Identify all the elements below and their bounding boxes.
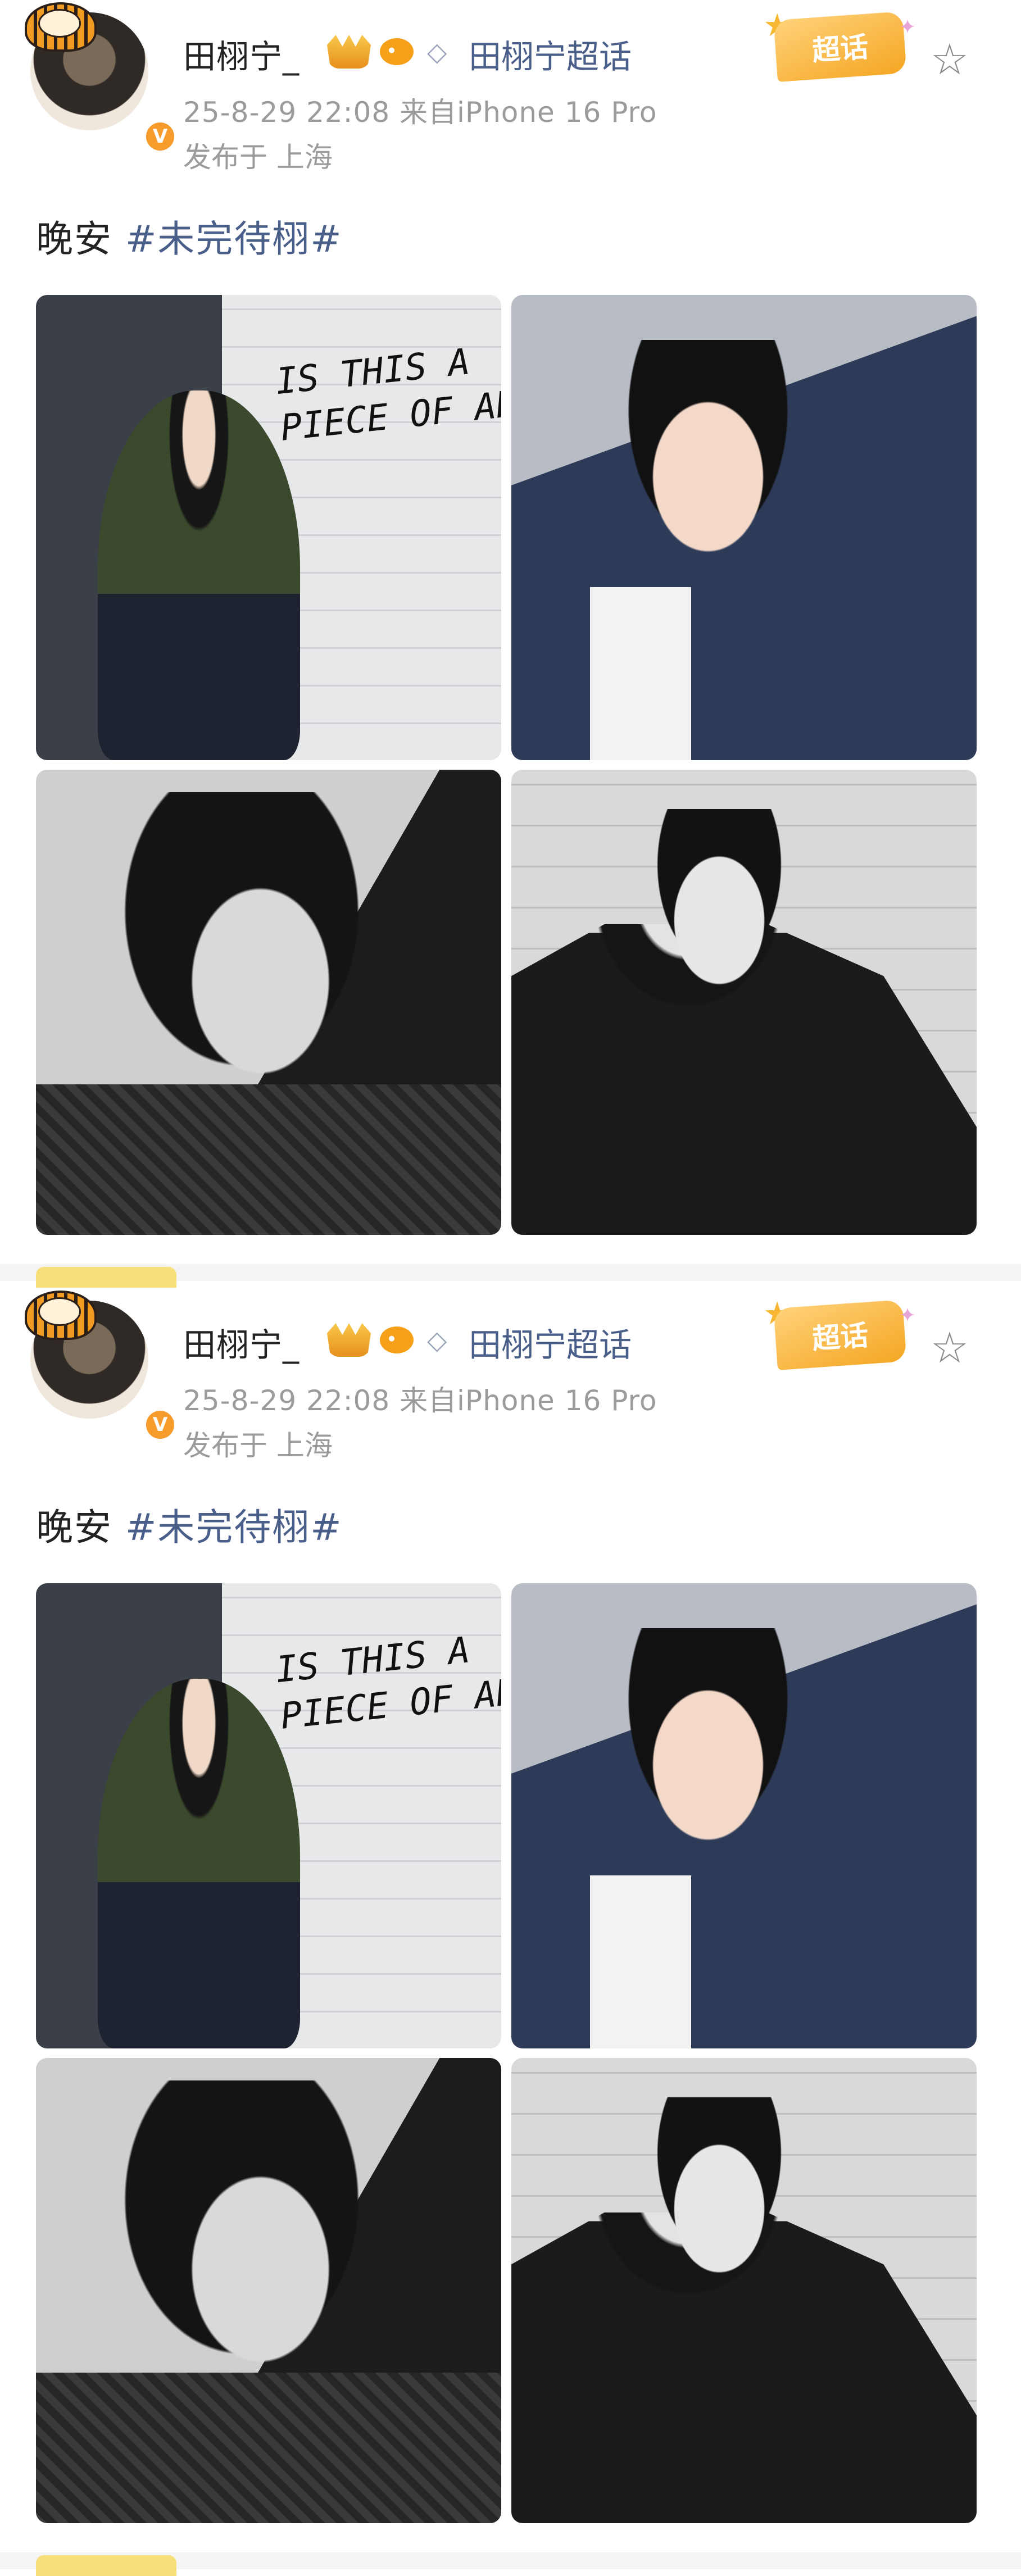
post-caption: 晚安 #未完待栩# <box>36 1497 343 1551</box>
wall-graffiti: IS THIS A PIECE OF ART <box>273 341 501 449</box>
photo-jacket <box>36 1084 501 1235</box>
post-photo-1[interactable]: IS THIS A PIECE OF ART <box>36 1583 501 2048</box>
post-photo-3[interactable] <box>36 770 501 1235</box>
post-photo-4[interactable] <box>511 2058 977 2523</box>
photo-person <box>120 2080 390 2395</box>
post-caption: 晚安 #未完待栩# <box>36 209 343 263</box>
avatar[interactable]: V <box>25 1291 178 1442</box>
super-topic-link[interactable]: 田栩宁超话 <box>469 1319 632 1366</box>
photo-person <box>641 2097 798 2283</box>
tiger-hat-icon <box>25 2 97 52</box>
small-sparkle-icon: ✦ <box>899 16 916 39</box>
post-time-source: 25-8-29 22:08 来自iPhone 16 Pro <box>183 96 657 129</box>
verified-badge-icon: V <box>143 119 178 154</box>
verified-badge-icon: V <box>143 1407 178 1442</box>
photo-jacket <box>36 2373 501 2523</box>
super-topic-badge[interactable]: 超话 <box>773 11 907 82</box>
post-photo-1[interactable]: IS THIS A PIECE OF ART <box>36 295 501 760</box>
weibo-post: V 田栩宁_ ◇ 田栩宁超话 25-8-29 22:08 来自iPhone 16… <box>0 0 1021 1288</box>
caption-text: 晚安 <box>36 217 125 261</box>
favorite-star-icon[interactable]: ☆ <box>927 38 972 83</box>
next-post-avatar-peek <box>36 2555 176 2576</box>
photo-shirt <box>590 587 691 760</box>
photo-person <box>120 792 390 1107</box>
post-photo-2[interactable] <box>511 295 977 760</box>
photo-person <box>641 809 798 994</box>
username[interactable]: 田栩宁_ <box>183 30 300 78</box>
photo-person <box>607 340 809 576</box>
wall-graffiti: IS THIS A PIECE OF ART <box>273 1629 501 1738</box>
post-location: 发布于 上海 <box>183 141 333 174</box>
tiger-hat-icon <box>25 1291 97 1340</box>
diamond-icon: ◇ <box>427 37 447 67</box>
caption-hashtag[interactable]: #未完待栩# <box>125 1506 343 1549</box>
post-photo-2[interactable] <box>511 1583 977 2048</box>
favorite-star-icon[interactable]: ☆ <box>927 1326 972 1371</box>
super-topic-badge[interactable]: 超话 <box>773 1300 907 1370</box>
photo-person <box>607 1628 809 1864</box>
super-topic-link[interactable]: 田栩宁超话 <box>469 30 632 78</box>
fish-icon <box>380 1326 414 1353</box>
post-photo-4[interactable] <box>511 770 977 1235</box>
caption-hashtag[interactable]: #未完待栩# <box>125 217 343 261</box>
next-post-avatar-peek <box>36 1267 176 1288</box>
crown-icon <box>327 1323 371 1357</box>
fish-icon <box>380 38 414 65</box>
avatar[interactable]: V <box>25 2 178 154</box>
diamond-icon: ◇ <box>427 1325 447 1355</box>
small-sparkle-icon: ✦ <box>899 1304 916 1327</box>
photo-person <box>98 1679 300 2048</box>
post-time-source: 25-8-29 22:08 来自iPhone 16 Pro <box>183 1384 657 1417</box>
crown-icon <box>327 35 371 69</box>
username[interactable]: 田栩宁_ <box>183 1319 300 1366</box>
photo-shirt <box>590 1875 691 2048</box>
weibo-post: V 田栩宁_ ◇ 田栩宁超话 25-8-29 22:08 来自iPhone 16… <box>0 1288 1021 2576</box>
post-photo-3[interactable] <box>36 2058 501 2523</box>
caption-text: 晚安 <box>36 1506 125 1549</box>
photo-person <box>98 390 300 760</box>
post-location: 发布于 上海 <box>183 1429 333 1462</box>
